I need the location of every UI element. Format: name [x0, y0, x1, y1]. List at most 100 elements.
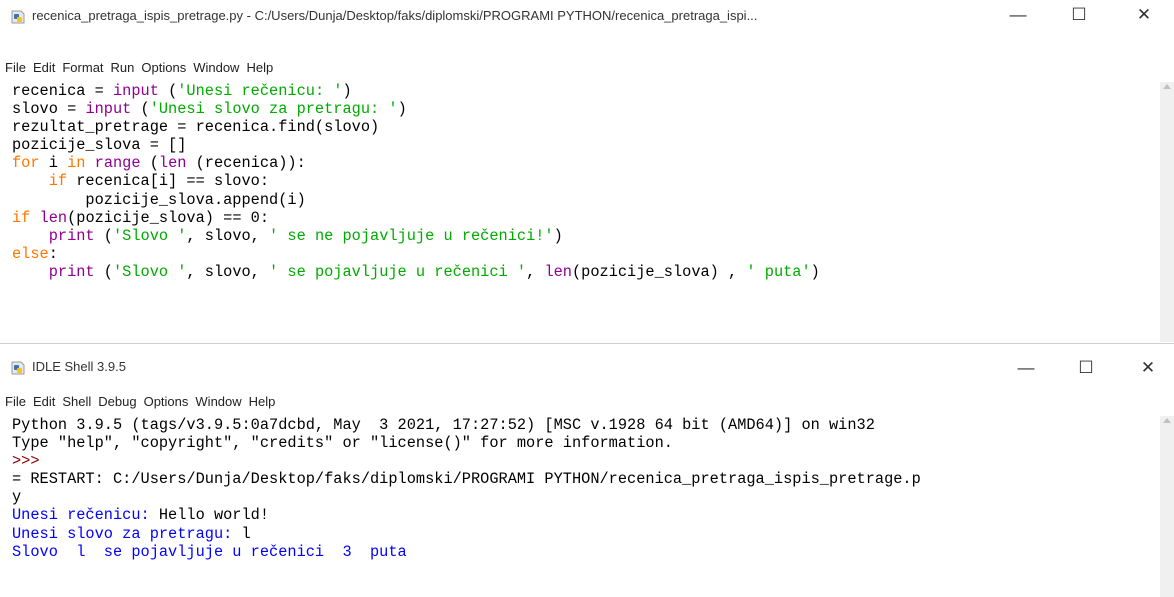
editor-menu-file[interactable]: File — [3, 57, 28, 79]
editor-token: print — [48, 262, 95, 281]
editor-token: slovo = — [12, 100, 86, 119]
shell-window-title: IDLE Shell 3.9.5 — [32, 359, 126, 374]
shell-token: Unesi rečenicu: — [12, 506, 159, 525]
editor-token: 'Unesi rečenicu: ' — [177, 82, 343, 100]
shell-menu-options[interactable]: Options — [142, 391, 191, 413]
editor-token: (pozicije_slova) == 0: — [67, 208, 270, 227]
editor-token: : — [48, 244, 58, 263]
editor-token: (recenica)): — [186, 154, 306, 173]
editor-token — [12, 227, 49, 245]
shell-output-area[interactable]: Python 3.9.5 (tags/v3.9.5:0a7dcbd, May 3… — [0, 416, 1160, 597]
editor-token: ' se ne pojavljuje u rečenici!' — [269, 226, 554, 245]
code-line: slovo = input ('Unesi slovo za pretragu:… — [0, 100, 1160, 118]
shell-menubar: File Edit Shell Debug Options Window Help — [0, 391, 1174, 413]
shell-line: Slovo l se pojavljuje u rečenici 3 puta — [0, 543, 1160, 561]
editor-token: ' se pojavljuje u rečenici ' — [269, 262, 527, 281]
editor-token: pozicije_slova = [] — [12, 136, 187, 155]
editor-token: if — [12, 208, 31, 227]
editor-token: 'Unesi slovo za pretragu: ' — [149, 100, 398, 119]
editor-menu-edit[interactable]: Edit — [31, 57, 57, 79]
editor-token: pozicije_slova.append(i) — [12, 190, 306, 209]
editor-token: , slovo, — [186, 262, 270, 281]
editor-scrollbar[interactable] — [1160, 82, 1174, 342]
editor-token: ( — [158, 82, 178, 100]
code-line: if recenica[i] == slovo: — [0, 172, 1160, 190]
editor-token: input — [85, 100, 132, 119]
shell-menu-file[interactable]: File — [3, 391, 28, 413]
code-line: else: — [0, 245, 1160, 263]
shell-maximize-button[interactable]: ☐ — [1066, 358, 1106, 378]
shell-token: Unesi slovo za pretragu: — [12, 524, 242, 543]
editor-maximize-button[interactable]: ☐ — [1059, 5, 1099, 25]
editor-menu-help[interactable]: Help — [244, 57, 275, 79]
code-line: recenica = input ('Unesi rečenicu: ') — [0, 82, 1160, 100]
code-line: rezultat_pretrage = recenica.find(slovo) — [0, 118, 1160, 136]
shell-menu-window[interactable]: Window — [193, 391, 243, 413]
editor-menu-options[interactable]: Options — [139, 57, 188, 79]
editor-token: ' puta' — [746, 262, 811, 281]
editor-token — [12, 172, 49, 190]
editor-token: i — [39, 154, 68, 173]
editor-token: for — [12, 154, 40, 173]
editor-token — [12, 263, 49, 281]
shell-token: Hello world! — [158, 506, 270, 525]
shell-line: Type "help", "copyright", "credits" or "… — [0, 434, 1160, 452]
editor-token: rezultat_pretrage = recenica.find(slovo) — [12, 118, 380, 137]
editor-token: ) — [553, 226, 563, 245]
scroll-up-arrow-icon[interactable] — [1163, 84, 1171, 89]
editor-token: len — [39, 208, 68, 227]
editor-token: , slovo, — [186, 226, 270, 245]
editor-token: ) — [397, 100, 407, 119]
shell-line: Unesi slovo za pretragu: l — [0, 525, 1160, 543]
editor-token: ) — [342, 82, 352, 100]
editor-code-area[interactable]: recenica = input ('Unesi rečenicu: ') slo… — [0, 82, 1160, 342]
editor-menu-format[interactable]: Format — [60, 57, 105, 79]
shell-token: Slovo l se pojavljuje u rečenici 3 puta — [12, 542, 407, 561]
editor-token: input — [112, 82, 159, 100]
editor-token: , — [526, 262, 545, 281]
code-line: pozicije_slova.append(i) — [0, 191, 1160, 209]
editor-menubar: File Edit Format Run Options Window Help — [0, 57, 1174, 79]
editor-minimize-button[interactable]: — — [998, 5, 1038, 25]
editor-token: 'Slovo ' — [112, 262, 187, 281]
editor-token — [85, 154, 94, 172]
shell-token: Python 3.9.5 (tags/v3.9.5:0a7dcbd, May 3… — [12, 416, 875, 434]
editor-token: 'Slovo ' — [112, 226, 187, 245]
shell-line: y — [0, 488, 1160, 506]
shell-menu-debug[interactable]: Debug — [96, 391, 138, 413]
editor-window-title: recenica_pretraga_ispis_pretrage.py - C:… — [32, 8, 758, 23]
shell-line: >>> — [0, 452, 1160, 470]
shell-token: l — [241, 524, 251, 543]
editor-menu-window[interactable]: Window — [191, 57, 241, 79]
editor-token: ( — [140, 154, 159, 173]
scroll-up-arrow-icon[interactable] — [1163, 418, 1171, 423]
shell-titlebar: IDLE Shell 3.9.5 — ☐ ✕ — [0, 344, 1174, 384]
shell-line: Python 3.9.5 (tags/v3.9.5:0a7dcbd, May 3… — [0, 416, 1160, 434]
shell-token: y — [12, 488, 22, 507]
editor-token: else — [12, 244, 49, 263]
python-idle-icon — [11, 10, 25, 24]
shell-token: Type "help", "copyright", "credits" or "… — [12, 434, 673, 453]
shell-close-button[interactable]: ✕ — [1128, 358, 1168, 378]
shell-menu-shell[interactable]: Shell — [60, 391, 93, 413]
python-idle-icon — [11, 361, 25, 375]
editor-token: len — [544, 262, 572, 281]
editor-close-button[interactable]: ✕ — [1124, 5, 1164, 25]
code-line: if len(pozicije_slova) == 0: — [0, 209, 1160, 227]
editor-token: ( — [131, 100, 150, 119]
shell-menu-help[interactable]: Help — [247, 391, 278, 413]
shell-line: = RESTART: C:/Users/Dunja/Desktop/faks/d… — [0, 470, 1160, 488]
shell-scrollbar[interactable] — [1160, 416, 1174, 597]
editor-token: recenica[i] == slovo: — [67, 172, 270, 191]
editor-token: ) — [810, 262, 820, 281]
code-line: for i in range (len (recenica)): — [0, 154, 1160, 172]
shell-minimize-button[interactable]: — — [1006, 358, 1046, 378]
code-line: pozicije_slova = [] — [0, 136, 1160, 154]
editor-token: in — [67, 154, 86, 173]
editor-token: len — [158, 154, 187, 173]
editor-token: ( — [94, 226, 113, 245]
editor-menu-run[interactable]: Run — [109, 57, 137, 79]
shell-menu-edit[interactable]: Edit — [31, 391, 57, 413]
editor-token: range — [94, 154, 141, 173]
editor-token: (pozicije_slova) , — [571, 262, 747, 281]
